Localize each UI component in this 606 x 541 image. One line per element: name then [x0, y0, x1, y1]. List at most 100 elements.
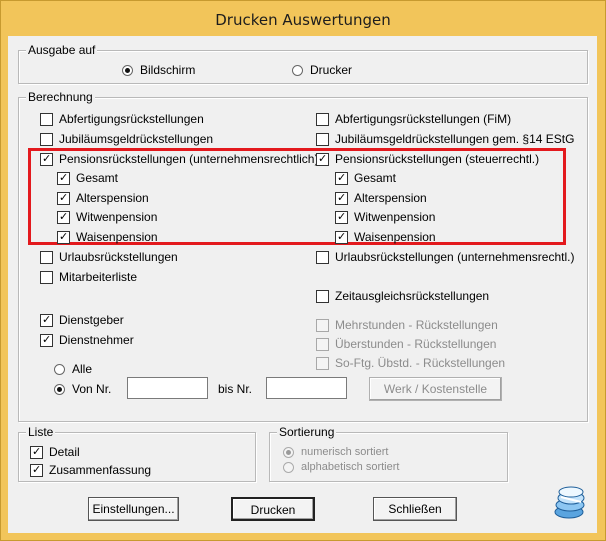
checkbox-label: Witwenpension — [354, 210, 436, 224]
bis-nr-label: bis Nr. — [218, 382, 253, 396]
radio-von-nr-label: Von Nr. — [72, 382, 112, 396]
checkbox-right-2[interactable]: ✓ Pensionsrückstellungen (steuerrechtl.) — [316, 151, 539, 167]
checkbox-zusammenfassung-label: Zusammenfassung — [49, 463, 152, 477]
checkbox-label: Jubiläumsgeldrückstellungen — [59, 132, 214, 146]
checkbox-right-4[interactable]: ✓ Alterspension — [335, 190, 427, 206]
checkbox-box: ✓ — [57, 170, 70, 185]
radio-drucker-label: Drucker — [310, 63, 353, 77]
checkbox-label: Zeitausgleichsrückstellungen — [335, 289, 490, 303]
check-icon: ✓ — [32, 462, 42, 476]
checkbox-box: ✓ — [40, 313, 53, 327]
checkbox-label: Jubiläumsgeldrückstellungen gem. §14 ESt… — [335, 132, 575, 146]
checkbox-box: ✓ — [30, 462, 43, 477]
stacked-disks-svg — [554, 486, 585, 519]
checkbox-left-8[interactable]: ✓ Mitarbeiterliste — [40, 269, 137, 285]
radio-dot — [292, 64, 303, 76]
checkbox-left-1[interactable]: ✓ Jubiläumsgeldrückstellungen — [40, 131, 213, 147]
sortierung-group-title: Sortierung — [277, 425, 337, 439]
bis-nr-input[interactable] — [266, 377, 347, 399]
checkbox-label: Pensionsrückstellungen (unternehmensrech… — [59, 152, 319, 166]
checkbox-right-7[interactable]: ✓ Urlaubsrückstellungen (unternehmensrech… — [316, 249, 574, 265]
radio-dot — [283, 446, 294, 458]
checkbox-box: ✓ — [30, 445, 43, 459]
checkbox-box: ✓ — [316, 112, 329, 126]
checkbox-right-11[interactable]: ✓ So-Ftg. Übstd. - Rückstellungen — [316, 355, 505, 371]
checkbox-box: ✓ — [57, 210, 70, 224]
check-icon: ✓ — [59, 190, 69, 204]
checkbox-label: Dienstgeber — [59, 313, 124, 327]
checkbox-right-9[interactable]: ✓ Mehrstunden - Rückstellungen — [316, 317, 498, 333]
checkbox-box: ✓ — [316, 337, 329, 351]
checkbox-right-8[interactable]: ✓ Zeitausgleichsrückstellungen — [316, 288, 489, 304]
checkbox-left-9[interactable]: ✓ Dienstgeber — [40, 312, 124, 328]
checkbox-right-5[interactable]: ✓ Witwenpension — [335, 209, 435, 225]
checkbox-box: ✓ — [57, 230, 70, 244]
checkbox-box: ✓ — [335, 229, 348, 244]
checkbox-label: Überstunden - Rückstellungen — [335, 337, 497, 351]
checkbox-label: Gesamt — [354, 171, 397, 185]
radio-bildschirm[interactable]: Bildschirm — [122, 62, 195, 78]
checkbox-box: ✓ — [316, 318, 329, 332]
check-icon: ✓ — [337, 229, 347, 243]
checkbox-left-10[interactable]: ✓ Dienstnehmer — [40, 332, 134, 348]
radio-dot — [283, 461, 294, 473]
checkbox-right-10[interactable]: ✓ Überstunden - Rückstellungen — [316, 336, 496, 352]
checkbox-box: ✓ — [335, 171, 348, 185]
check-icon: ✓ — [59, 170, 69, 184]
berechnung-group-title: Berechnung — [26, 90, 95, 104]
checkbox-left-5[interactable]: ✓ Witwenpension — [57, 209, 157, 225]
checkbox-detail-label: Detail — [49, 445, 80, 459]
checkbox-left-4[interactable]: ✓ Alterspension — [57, 190, 149, 206]
window-title: Drucken Auswertungen — [215, 11, 391, 29]
checkbox-right-0[interactable]: ✓ Abfertigungsrückstellungen (FiM) — [316, 111, 511, 127]
checkbox-detail[interactable]: ✓ Detail — [30, 444, 80, 460]
checkbox-label: Waisenpension — [76, 230, 158, 244]
checkbox-left-7[interactable]: ✓ Urlaubsrückstellungen — [40, 249, 178, 265]
checkbox-label: Witwenpension — [76, 210, 158, 224]
radio-dot — [54, 363, 65, 375]
checkbox-left-0[interactable]: ✓ Abfertigungsrückstellungen — [40, 111, 204, 127]
checkbox-label: So-Ftg. Übstd. - Rückstellungen — [335, 356, 506, 370]
checkbox-box: ✓ — [40, 112, 53, 126]
einstellungen-button[interactable]: Einstellungen... — [88, 497, 179, 521]
radio-bildschirm-label: Bildschirm — [140, 63, 196, 77]
checkbox-label: Gesamt — [76, 171, 119, 185]
schliessen-button[interactable]: Schließen — [373, 497, 457, 521]
check-icon: ✓ — [337, 190, 347, 204]
checkbox-left-3[interactable]: ✓ Gesamt — [57, 170, 118, 186]
checkbox-box: ✓ — [57, 190, 70, 205]
checkbox-box: ✓ — [40, 151, 53, 166]
checkbox-right-1[interactable]: ✓ Jubiläumsgeldrückstellungen gem. §14 ES… — [316, 131, 574, 147]
checkbox-left-6[interactable]: ✓ Waisenpension — [57, 229, 158, 245]
checkbox-label: Urlaubsrückstellungen — [59, 250, 178, 264]
checkbox-box: ✓ — [40, 332, 53, 347]
checkbox-zusammenfassung[interactable]: ✓ Zusammenfassung — [30, 462, 151, 478]
liste-group-title: Liste — [26, 425, 56, 439]
check-icon: ✓ — [42, 332, 52, 346]
checkbox-right-6[interactable]: ✓ Waisenpension — [335, 229, 436, 245]
werk-kostenstelle-button[interactable]: Werk / Kostenstelle — [369, 377, 502, 401]
ausgabe-group-title: Ausgabe auf — [26, 43, 98, 57]
checkbox-box: ✓ — [335, 210, 348, 224]
check-icon: ✓ — [318, 151, 328, 165]
checkbox-box: ✓ — [40, 132, 53, 146]
checkbox-right-3[interactable]: ✓ Gesamt — [335, 170, 396, 186]
checkbox-label: Alterspension — [354, 191, 427, 205]
radio-alle-label: Alle — [72, 362, 93, 376]
radio-dot — [54, 383, 65, 395]
radio-alphabetisch-label: alphabetisch sortiert — [301, 461, 400, 473]
checkbox-box: ✓ — [40, 270, 53, 284]
checkbox-left-2[interactable]: ✓ Pensionsrückstellungen (unternehmensrec… — [40, 151, 318, 167]
radio-numerisch[interactable]: numerisch sortiert — [283, 444, 388, 460]
radio-alphabetisch[interactable]: alphabetisch sortiert — [283, 459, 399, 475]
checkbox-label: Mehrstunden - Rückstellungen — [335, 318, 498, 332]
checkbox-label: Mitarbeiterliste — [59, 270, 138, 284]
stacked-disks-icon — [553, 484, 587, 520]
von-nr-input[interactable] — [127, 377, 208, 399]
radio-von-nr[interactable]: Von Nr. — [54, 381, 111, 397]
radio-alle[interactable]: Alle — [54, 361, 92, 377]
drucken-button[interactable]: Drucken — [231, 497, 315, 521]
check-icon: ✓ — [42, 151, 52, 165]
radio-drucker[interactable]: Drucker — [292, 62, 352, 78]
checkbox-box: ✓ — [316, 250, 329, 264]
